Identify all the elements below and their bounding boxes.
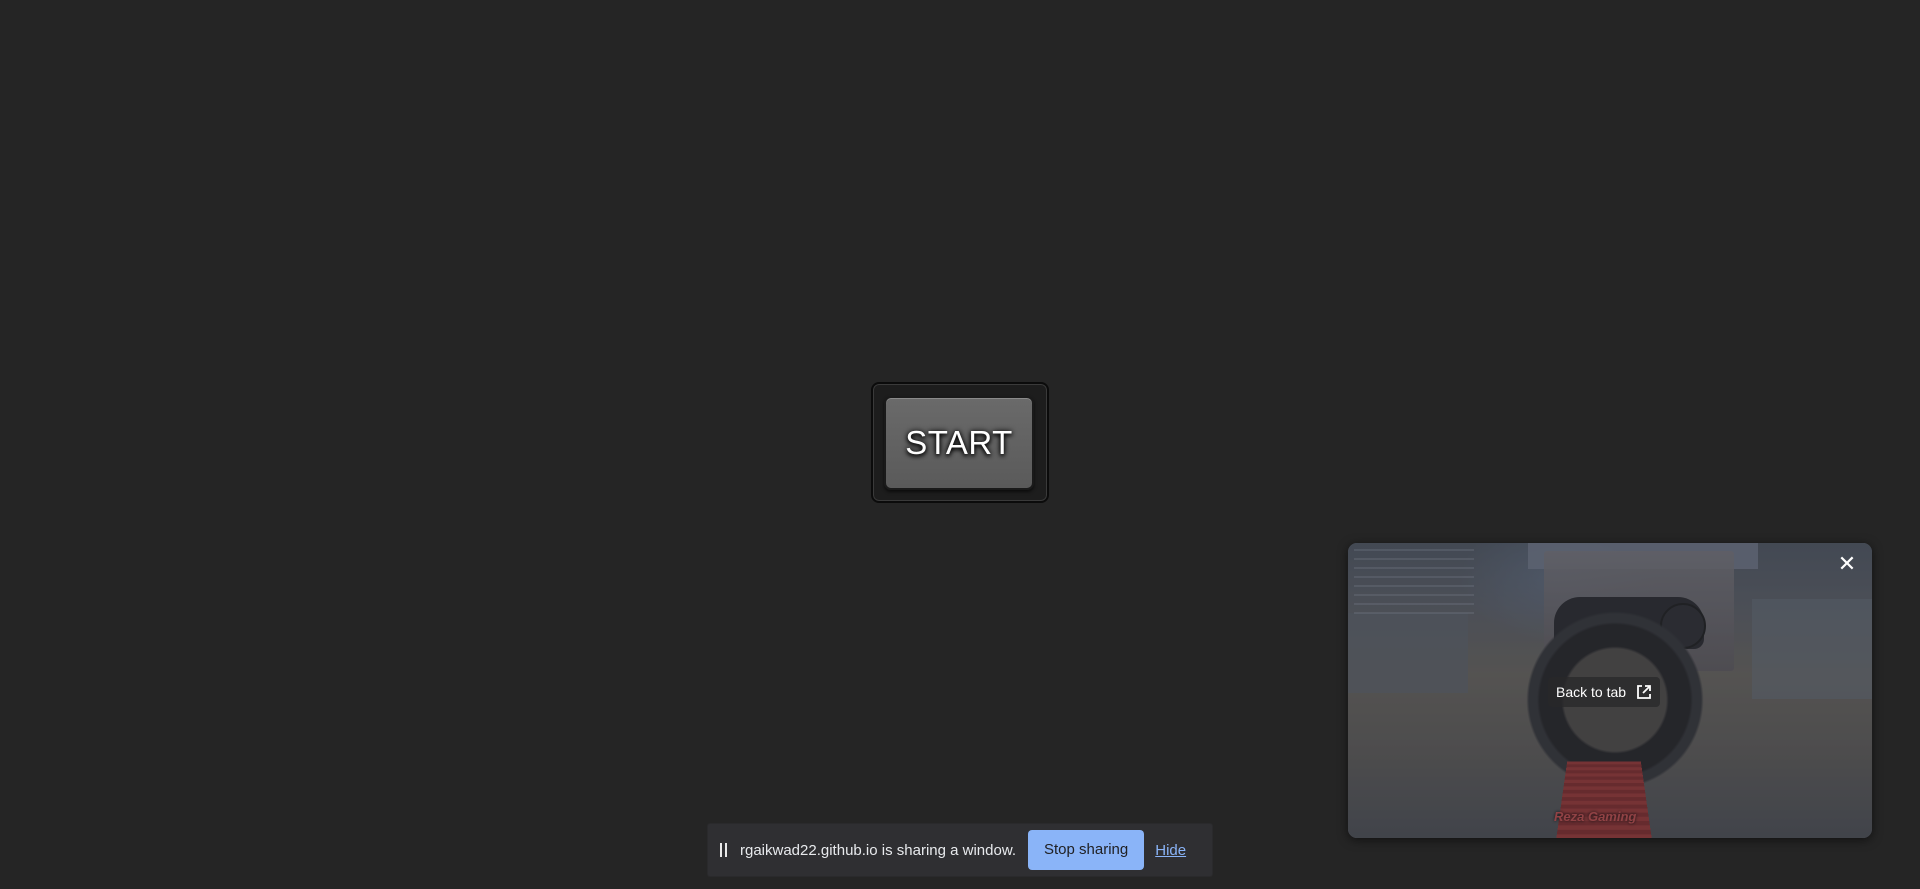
hide-link[interactable]: Hide — [1155, 842, 1186, 859]
sharing-message: rgaikwad22.github.io is sharing a window… — [740, 841, 1016, 859]
page-background: START Reza Gaming ✕ Back to tab rgaikwad… — [0, 0, 1920, 889]
drag-handle-icon[interactable] — [720, 843, 728, 857]
start-button[interactable]: START — [884, 396, 1034, 490]
stop-sharing-button[interactable]: Stop sharing — [1028, 830, 1145, 870]
back-to-tab-label: Back to tab — [1556, 684, 1627, 700]
close-icon[interactable]: ✕ — [1836, 553, 1858, 575]
screen-sharing-bar: rgaikwad22.github.io is sharing a window… — [708, 824, 1212, 876]
tab-preview-popup: Reza Gaming ✕ Back to tab — [1348, 543, 1872, 838]
back-to-tab-button[interactable]: Back to tab — [1548, 677, 1661, 707]
open-in-new-icon — [1636, 684, 1652, 700]
